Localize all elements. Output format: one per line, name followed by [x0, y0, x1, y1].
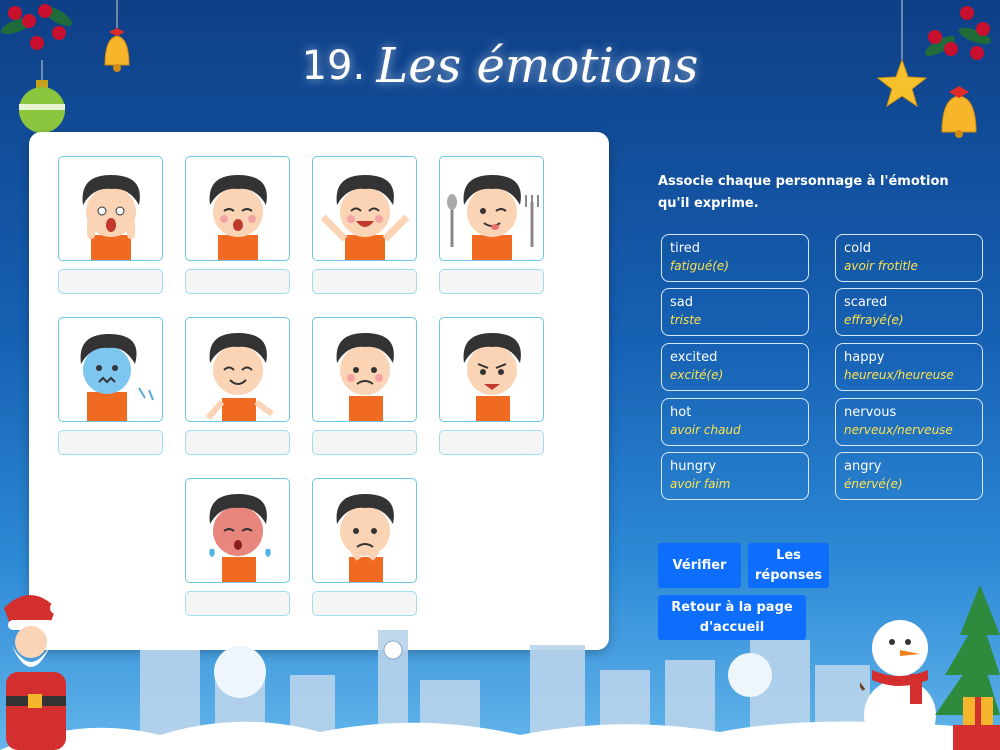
word-en: happy	[844, 350, 885, 365]
character-card-7	[312, 317, 417, 422]
word-excited[interactable]: excited excité(e)	[661, 343, 809, 391]
word-en: nervous	[844, 405, 897, 420]
bell-icon	[104, 0, 130, 72]
answer-slot-3[interactable]	[312, 269, 417, 294]
answers-button[interactable]: Les réponses	[748, 543, 829, 588]
excited-face	[320, 175, 410, 260]
word-fr: heureux/heureuse	[844, 368, 954, 382]
answer-slot-2[interactable]	[185, 269, 290, 294]
word-fr: avoir chaud	[670, 423, 741, 437]
answer-slot-10[interactable]	[312, 591, 417, 616]
answer-slot-7[interactable]	[312, 430, 417, 455]
word-fr: avoir frotitle	[844, 259, 918, 273]
word-en: hungry	[670, 459, 717, 474]
character-board	[29, 132, 609, 650]
santa-claus-image	[4, 595, 66, 750]
word-sad[interactable]: sad triste	[661, 288, 809, 336]
answer-slot-6[interactable]	[185, 430, 290, 455]
answer-slot-5[interactable]	[58, 430, 163, 455]
bell-icon-right	[941, 86, 977, 138]
answer-slot-8[interactable]	[439, 430, 544, 455]
word-en: scared	[844, 295, 888, 310]
word-en: excited	[670, 350, 718, 365]
character-card-5	[58, 317, 163, 422]
word-en: cold	[844, 241, 871, 256]
word-en: tired	[670, 241, 701, 256]
word-fr: triste	[670, 313, 702, 327]
sad-face	[336, 494, 394, 582]
word-en: sad	[670, 295, 693, 310]
answer-slot-9[interactable]	[185, 591, 290, 616]
check-button[interactable]: Vérifier	[658, 543, 741, 588]
word-scared[interactable]: scared effrayé(e)	[835, 288, 983, 336]
word-fr: avoir faim	[670, 477, 731, 491]
word-tired[interactable]: tired fatigué(e)	[661, 234, 809, 282]
word-fr: excité(e)	[670, 368, 724, 382]
word-hungry[interactable]: hungry avoir faim	[661, 452, 809, 500]
word-fr: énervé(e)	[844, 477, 903, 491]
character-card-2	[185, 156, 290, 261]
cold-face	[80, 334, 154, 421]
christmas-tree-image	[935, 585, 1000, 750]
character-card-6	[185, 317, 290, 422]
character-card-8	[439, 317, 544, 422]
word-fr: nerveux/nerveuse	[844, 423, 953, 437]
title-text: Les émotions	[376, 38, 699, 94]
nervous-face	[336, 333, 394, 421]
hot-face	[209, 494, 271, 582]
character-card-4	[439, 156, 544, 261]
word-en: hot	[670, 405, 692, 420]
word-en: angry	[844, 459, 882, 474]
character-card-9	[185, 478, 290, 583]
answer-slot-1[interactable]	[58, 269, 163, 294]
page-title: 19. Les émotions	[0, 38, 1000, 94]
word-angry[interactable]: angry énervé(e)	[835, 452, 983, 500]
winter-village-scene	[0, 630, 1000, 750]
character-card-10	[312, 478, 417, 583]
tired-face	[209, 175, 267, 260]
title-number: 19.	[301, 43, 366, 89]
character-card-1	[58, 156, 163, 261]
instructions-text: Associe chaque personnage à l'émotion qu…	[658, 174, 949, 211]
angry-face	[463, 333, 521, 421]
hungry-face	[447, 175, 539, 260]
star-icon	[876, 0, 928, 108]
answer-slot-4[interactable]	[439, 269, 544, 294]
word-happy[interactable]: happy heureux/heureuse	[835, 343, 983, 391]
word-fr: fatigué(e)	[670, 259, 729, 273]
character-card-3	[312, 156, 417, 261]
ornament-ball-icon	[19, 60, 65, 133]
word-fr: effrayé(e)	[844, 313, 904, 327]
snowman-image	[860, 620, 936, 750]
word-cold[interactable]: cold avoir frotitle	[835, 234, 983, 282]
word-nervous[interactable]: nervous nerveux/nerveuse	[835, 398, 983, 446]
holly-decoration-left	[0, 0, 80, 60]
holly-decoration-right	[918, 0, 1000, 70]
happy-face	[205, 333, 274, 421]
scared-face	[82, 175, 140, 260]
word-hot[interactable]: hot avoir chaud	[661, 398, 809, 446]
